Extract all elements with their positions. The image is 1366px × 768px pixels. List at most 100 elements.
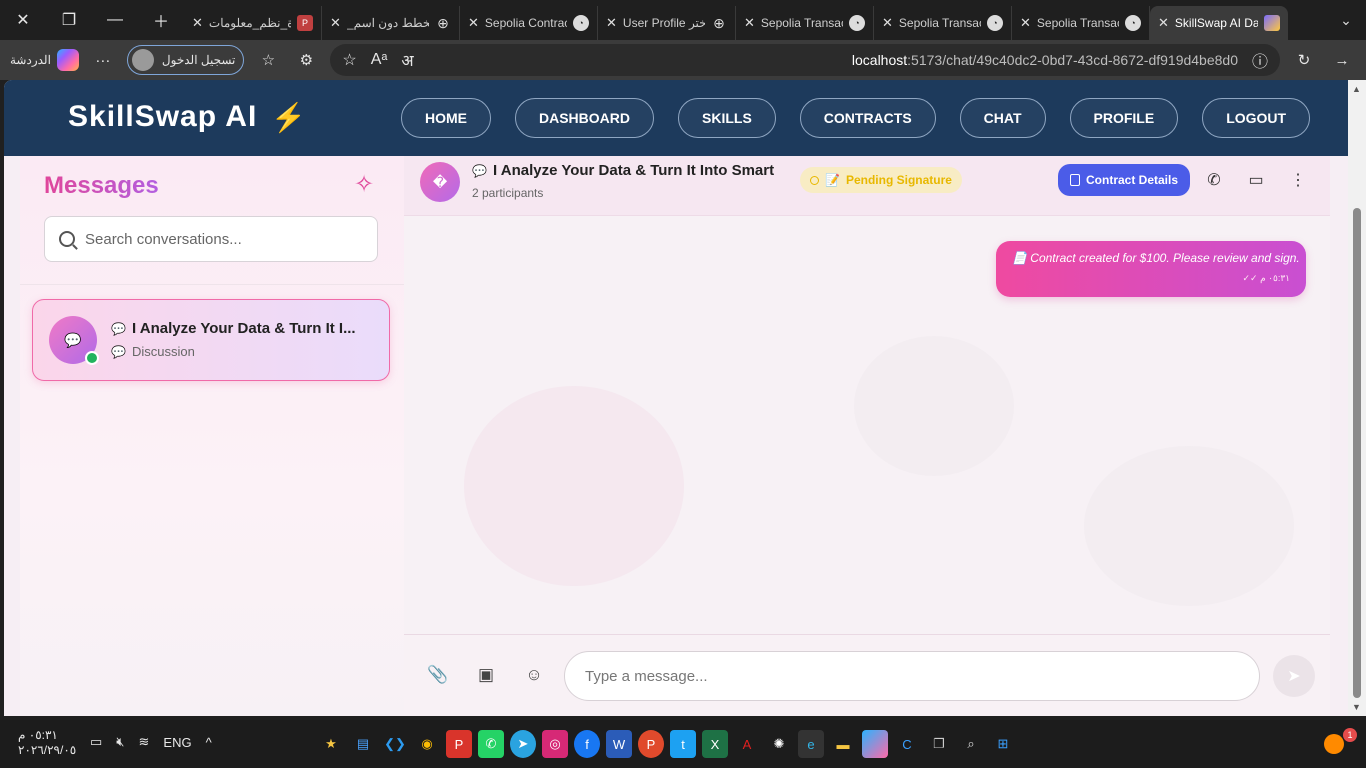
instagram-app-icon[interactable]: ◎ [542, 730, 568, 758]
video-camera-icon[interactable]: ▭ [1244, 168, 1268, 192]
copilot-chat-button[interactable]: الدردشة [10, 49, 79, 71]
powerpoint-app-icon[interactable]: P [446, 730, 472, 758]
acrobat-app-icon[interactable]: A [734, 730, 760, 758]
page-scrollbar[interactable]: ▲ ▼ [1348, 80, 1366, 716]
message-bubble-outgoing[interactable]: 📄 Contract created for $100. Please revi… [996, 241, 1306, 297]
brand-logo[interactable]: SkillSwap AI ⚡ [68, 100, 307, 134]
close-icon[interactable]: ✕ [330, 15, 341, 31]
close-icon[interactable]: ✕ [1020, 15, 1031, 31]
clock-date: ٢٠٢٦/٢٩/٠٥ [18, 743, 77, 757]
file-explorer-app-icon[interactable]: ▬ [830, 730, 856, 758]
copilot-app-icon[interactable] [862, 730, 888, 758]
chrome-app-icon[interactable]: ◉ [414, 730, 440, 758]
whatsapp-app-icon[interactable]: ✆ [478, 730, 504, 758]
nav-contracts-button[interactable]: CONTRACTS [799, 98, 936, 138]
address-bar[interactable]: ☆ Aᵃ अ localhost:5173/chat/49c40dc2-0bd7… [330, 44, 1280, 76]
tray-chevron-up-icon[interactable]: ^ [206, 735, 212, 750]
cursor-app-icon[interactable]: C [894, 730, 920, 758]
read-aloud-icon[interactable]: Aᵃ [371, 51, 388, 69]
nav-home-button[interactable]: HOME [401, 98, 491, 138]
nav-chat-button[interactable]: CHAT [959, 98, 1046, 138]
translate-icon[interactable]: अ [401, 49, 413, 71]
message-meta: ٠٥:٣١ م ✓✓ [1012, 273, 1290, 284]
profile-avatar-icon [131, 49, 154, 71]
add-favorite-star-icon[interactable]: ☆ [342, 50, 356, 70]
message-composer: 📎 ▣ ☺ ➤ [404, 634, 1330, 716]
contract-details-button[interactable]: Contract Details [1058, 164, 1191, 196]
twitter-app-icon[interactable]: t [670, 730, 696, 758]
facebook-app-icon[interactable]: f [574, 730, 600, 758]
browser-tab[interactable]: ✕ _مخطط دون اسم ⊕ [322, 6, 460, 40]
close-icon[interactable]: ✕ [192, 15, 203, 31]
copilot-star-app-icon[interactable]: ★ [318, 730, 344, 758]
close-icon[interactable]: ✕ [468, 15, 479, 31]
vite-icon [1264, 15, 1280, 31]
favorites-icon[interactable]: ☆ [254, 46, 282, 74]
sparkles-icon[interactable]: ✧ [354, 170, 374, 199]
close-window-icon[interactable]: ✕ [0, 0, 46, 40]
windows-start-icon[interactable]: ⊞ [990, 730, 1016, 758]
taskbar-apps: ★ ▤ ❮❯ ◉ P ✆ ➤ ◎ f W P t X A ✺ e ▬ C ❐ ⌕… [318, 730, 1016, 758]
close-icon[interactable]: ✕ [744, 15, 755, 31]
send-icon[interactable]: ➤ [1273, 655, 1315, 697]
close-icon[interactable]: ✕ [882, 15, 893, 31]
browser-tab[interactable]: ✕ ادارة_نظم_معلومات P [184, 6, 322, 40]
conversations-sidebar: Messages ✧ 💬 💬 I Analyze Your Data & Turn… [20, 156, 404, 716]
edge-app-icon[interactable]: e [798, 730, 824, 758]
message-input[interactable] [564, 651, 1260, 701]
nav-dashboard-button[interactable]: DASHBOARD [515, 98, 654, 138]
emoji-icon[interactable]: ☺ [522, 663, 546, 687]
notification-avatar-icon[interactable] [1324, 734, 1344, 754]
language-indicator[interactable]: ENG [163, 735, 191, 750]
close-icon[interactable]: ✕ [1158, 15, 1169, 31]
read-receipt-icon: ✓✓ [1242, 273, 1258, 283]
tab-label: Sepolia Transact [760, 16, 843, 30]
notepad-app-icon[interactable]: ▤ [350, 730, 376, 758]
forward-icon[interactable]: → [1328, 46, 1356, 74]
scroll-up-icon[interactable]: ▲ [1352, 84, 1361, 94]
browser-tab[interactable]: ✕ Sepolia Transact ◔ [736, 6, 874, 40]
app-navbar: SkillSwap AI ⚡ HOME DASHBOARD SKILLS CON… [4, 80, 1348, 156]
search-conversations-input[interactable] [85, 230, 345, 248]
browser-tab-active[interactable]: ✕ SkillSwap AI Da [1150, 6, 1288, 40]
browser-tab[interactable]: ✕ Sepolia Transact ◔ [1012, 6, 1150, 40]
restore-window-icon[interactable]: ❐ [46, 0, 92, 40]
browser-tab[interactable]: ✕ User Profile اختر ⊕ [598, 6, 736, 40]
search-icon[interactable]: ⌕ [958, 730, 984, 758]
more-icon[interactable]: ··· [89, 46, 117, 74]
close-icon[interactable]: ✕ [606, 15, 617, 31]
status-emoji: 📝 [825, 173, 840, 187]
extensions-icon[interactable]: ⚙ [292, 46, 320, 74]
conversation-list-item[interactable]: 💬 💬 I Analyze Your Data & Turn It I... 💬 D… [32, 299, 390, 381]
new-tab-icon[interactable]: ＋ [138, 0, 184, 40]
phone-icon[interactable]: ✆ [1202, 168, 1226, 192]
system-clock[interactable]: ٠٥:٣١ م ٢٠٢٦/٢٩/٠٥ [18, 728, 76, 758]
task-view-icon[interactable]: ❐ [926, 730, 952, 758]
telegram-app-icon[interactable]: ➤ [510, 730, 536, 758]
image-icon[interactable]: ▣ [474, 663, 498, 687]
excel-app-icon[interactable]: X [702, 730, 728, 758]
nav-profile-button[interactable]: PROFILE [1069, 98, 1179, 138]
refresh-icon[interactable]: ↻ [1290, 46, 1318, 74]
wifi-icon[interactable]: ≋ [139, 734, 150, 750]
battery-icon[interactable]: ▭ [90, 734, 102, 750]
scroll-down-icon[interactable]: ▼ [1352, 702, 1361, 712]
browser-tab[interactable]: ✕ Sepolia Contract ◔ [460, 6, 598, 40]
sign-in-button[interactable]: تسجيل الدخول [126, 45, 245, 75]
status-text: Pending Signature [845, 173, 952, 187]
notification-count-badge: 1 [1343, 728, 1357, 742]
nav-logout-button[interactable]: LOGOUT [1202, 98, 1311, 138]
volume-muted-icon[interactable]: 🔇︎ [116, 734, 124, 750]
site-info-icon[interactable]: ⓘ [1252, 48, 1268, 72]
nav-skills-button[interactable]: SKILLS [678, 98, 776, 138]
scrollbar-thumb[interactable] [1353, 208, 1361, 698]
minimize-window-icon[interactable]: — [92, 0, 138, 40]
tab-list-chevron-down-icon[interactable]: ⌄ [1326, 0, 1366, 40]
vscode-app-icon[interactable]: ❮❯ [382, 730, 408, 758]
pdf-reader-app-icon[interactable]: P [638, 730, 664, 758]
more-vertical-icon[interactable]: ⋮ [1286, 168, 1310, 192]
chatgpt-app-icon[interactable]: ✺ [766, 730, 792, 758]
paperclip-icon[interactable]: 📎 [426, 663, 450, 687]
word-app-icon[interactable]: W [606, 730, 632, 758]
browser-tab[interactable]: ✕ Sepolia Transact ◔ [874, 6, 1012, 40]
